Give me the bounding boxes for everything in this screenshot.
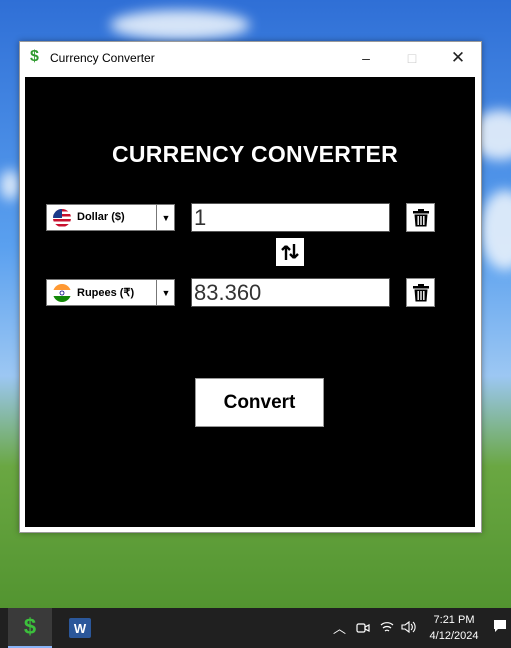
wallpaper-cloud [0,170,20,200]
to-currency-select[interactable]: Rupees (₹) ▼ [46,279,175,306]
trash-icon [412,283,429,301]
volume-icon[interactable] [401,620,417,634]
notification-icon[interactable] [493,619,507,633]
india-flag-icon [53,284,71,302]
chevron-down-icon[interactable]: ▼ [156,280,175,305]
title-bar[interactable]: $ Currency Converter – □ ✕ [20,42,481,73]
taskbar-app-currency-converter[interactable]: $ [8,608,52,648]
wallpaper-cloud [110,10,250,40]
maximize-button[interactable]: □ [389,42,435,73]
window-title: Currency Converter [50,51,155,65]
swap-arrows-icon [281,244,299,260]
wifi-icon[interactable] [380,620,394,634]
chevron-down-icon[interactable]: ▼ [156,205,175,230]
clear-to-button[interactable] [406,278,435,307]
swap-currencies-button[interactable] [276,238,304,266]
system-clock[interactable]: 7:21 PM 4/12/2024 [418,612,490,644]
dollar-app-icon: $ [30,48,39,65]
dollar-icon: $ [23,614,37,639]
close-button[interactable]: ✕ [435,42,481,73]
from-currency-label: Dollar ($) [77,211,125,223]
taskbar-app-word[interactable]: W [58,608,102,648]
chevron-up-icon[interactable]: ︿ [333,618,346,637]
from-currency-select[interactable]: Dollar ($) ▼ [46,204,175,231]
us-flag-icon [53,209,71,227]
trash-icon [412,208,429,226]
meet-now-icon[interactable] [356,621,370,635]
clear-from-button[interactable] [406,203,435,232]
convert-button[interactable]: Convert [195,378,324,427]
minimize-button[interactable]: – [343,42,389,73]
app-content: CURRENCY CONVERTER Dollar ($) ▼ 1 Rupees… [25,77,475,527]
wallpaper-cloud [480,190,511,270]
clock-time: 7:21 PM [433,614,475,626]
from-amount-input[interactable]: 1 [191,203,390,232]
to-currency-label: Rupees (₹) [77,287,135,299]
to-amount-input[interactable]: 83.360 [191,278,390,307]
clock-date: 4/12/2024 [429,630,479,642]
currency-converter-window: $ Currency Converter – □ ✕ CURRENCY CONV… [19,41,482,533]
page-title: CURRENCY CONVERTER [111,141,399,167]
word-icon-letter: W [73,620,87,636]
taskbar: $ W ︿ 7:21 PM 4/12/2024 [0,608,511,648]
word-icon: W [69,618,91,638]
